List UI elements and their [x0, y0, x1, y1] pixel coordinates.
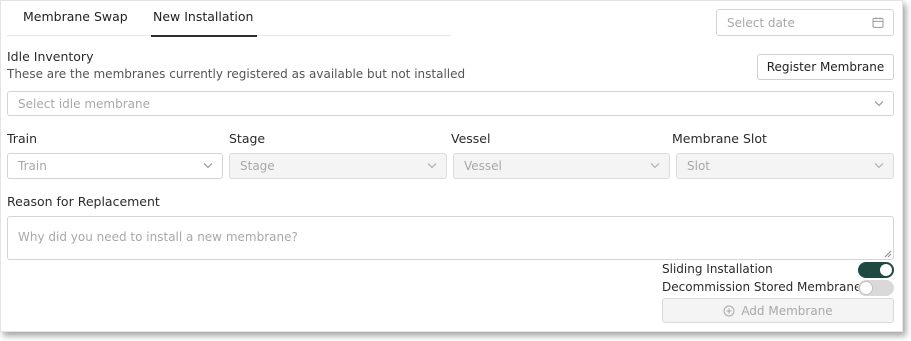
reason-textarea[interactable]: Why did you need to install a new membra… — [7, 216, 894, 260]
membrane-slot-label: Membrane Slot — [672, 131, 767, 146]
stage-select[interactable]: Stage — [229, 153, 447, 179]
tab-membrane-swap[interactable]: Membrane Swap — [23, 9, 128, 24]
chevron-down-icon — [874, 100, 884, 106]
resize-grip-icon[interactable] — [883, 249, 892, 258]
sliding-installation-toggle[interactable] — [858, 262, 894, 278]
slot-placeholder: Slot — [687, 159, 710, 173]
reason-label: Reason for Replacement — [7, 194, 160, 209]
toggle-knob — [859, 281, 873, 295]
idle-inventory-description: These are the membranes currently regist… — [7, 67, 466, 81]
chevron-down-icon — [650, 162, 660, 169]
decommission-toggle[interactable] — [858, 280, 894, 296]
vessel-select[interactable]: Vessel — [453, 153, 670, 179]
chevron-down-icon — [874, 162, 884, 169]
train-label: Train — [7, 131, 37, 146]
date-input-placeholder: Select date — [727, 15, 795, 30]
reason-placeholder: Why did you need to install a new membra… — [18, 230, 298, 244]
add-membrane-label: Add Membrane — [741, 303, 833, 318]
stage-label: Stage — [229, 131, 266, 146]
stage-placeholder: Stage — [240, 159, 275, 173]
toggle-knob — [879, 263, 893, 277]
idle-membrane-select[interactable]: Select idle membrane — [7, 91, 894, 116]
tab-new-installation[interactable]: New Installation — [150, 9, 258, 37]
tab-bar: Membrane Swap New Installation — [7, 1, 451, 37]
idle-membrane-placeholder: Select idle membrane — [18, 96, 150, 111]
decommission-label: Decommission Stored Membrane — [662, 280, 862, 294]
chevron-down-icon — [427, 162, 437, 169]
chevron-down-icon — [203, 162, 213, 169]
vessel-placeholder: Vessel — [464, 159, 502, 173]
new-installation-panel: Membrane Swap New Installation Select da… — [0, 0, 903, 332]
slot-select[interactable]: Slot — [676, 153, 894, 179]
plus-circle-icon — [723, 305, 735, 316]
train-placeholder: Train — [18, 159, 47, 173]
date-input[interactable]: Select date — [716, 9, 894, 36]
sliding-installation-label: Sliding Installation — [662, 262, 773, 276]
register-membrane-button[interactable]: Register Membrane — [757, 54, 894, 80]
train-select[interactable]: Train — [7, 153, 223, 179]
idle-inventory-title: Idle Inventory — [7, 49, 94, 64]
calendar-icon — [872, 16, 884, 28]
vessel-label: Vessel — [451, 131, 491, 146]
add-membrane-button[interactable]: Add Membrane — [662, 298, 894, 323]
